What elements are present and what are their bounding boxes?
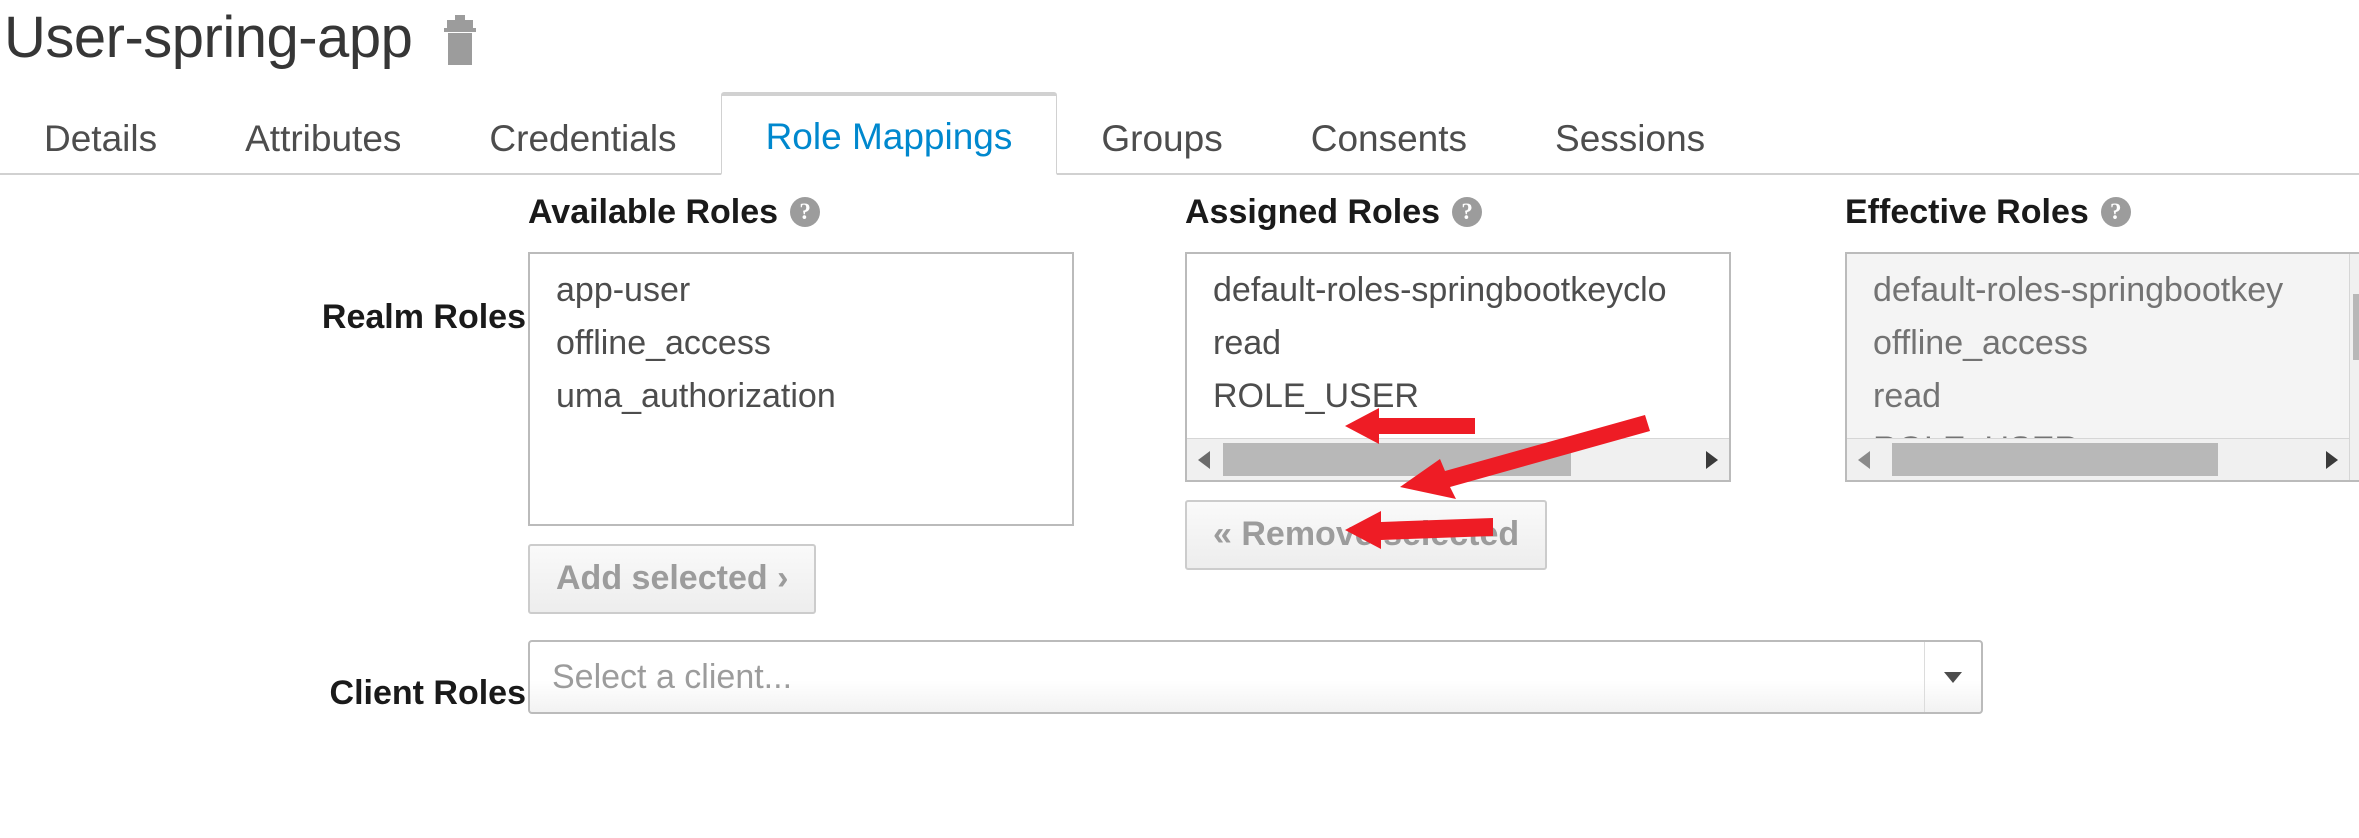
list-item: offline_access xyxy=(1847,317,2359,370)
client-roles-label: Client Roles xyxy=(196,674,526,713)
tab-details[interactable]: Details xyxy=(0,120,201,175)
assigned-roles-title: Assigned Roles ? xyxy=(1185,186,1731,238)
scrollbar-thumb[interactable] xyxy=(2353,294,2359,360)
client-select[interactable]: Select a client... xyxy=(528,640,1983,714)
assigned-roles-listbox[interactable]: default-roles-springbootkeyclo read ROLE… xyxy=(1185,252,1731,482)
effective-roles-column: Effective Roles ? default-roles-springbo… xyxy=(1845,186,2359,482)
scrollbar-track[interactable] xyxy=(1223,439,1693,480)
effective-roles-vertical-scrollbar[interactable] xyxy=(2349,254,2359,480)
assigned-roles-column: Assigned Roles ? default-roles-springboo… xyxy=(1185,186,1731,570)
role-mappings-form: Realm Roles Available Roles ? app-user o… xyxy=(0,186,2359,750)
list-item[interactable]: app-user xyxy=(530,264,1072,317)
scroll-left-icon[interactable] xyxy=(1187,439,1223,480)
scrollbar-thumb[interactable] xyxy=(1892,443,2219,476)
tab-credentials[interactable]: Credentials xyxy=(445,120,720,175)
add-selected-button[interactable]: Add selected › xyxy=(528,544,816,614)
scrollbar-track[interactable] xyxy=(1883,439,2313,480)
page-header: User-spring-app xyxy=(0,0,482,70)
scroll-up-icon[interactable] xyxy=(2350,254,2359,290)
available-roles-title: Available Roles ? xyxy=(528,186,1074,238)
effective-roles-title-text: Effective Roles xyxy=(1845,193,2089,232)
tab-bar: Details Attributes Credentials Role Mapp… xyxy=(0,113,2359,175)
scroll-right-icon[interactable] xyxy=(1693,439,1729,480)
tab-sessions[interactable]: Sessions xyxy=(1511,120,1749,175)
available-roles-listbox[interactable]: app-user offline_access uma_authorizatio… xyxy=(528,252,1074,526)
assigned-roles-title-text: Assigned Roles xyxy=(1185,193,1440,232)
tab-consents[interactable]: Consents xyxy=(1267,120,1511,175)
tab-groups[interactable]: Groups xyxy=(1057,120,1266,175)
available-roles-title-text: Available Roles xyxy=(528,193,778,232)
list-item[interactable]: read xyxy=(1187,317,1729,370)
scroll-left-icon[interactable] xyxy=(1847,439,1883,480)
effective-roles-horizontal-scrollbar[interactable] xyxy=(1847,438,2349,480)
tab-attributes[interactable]: Attributes xyxy=(201,120,445,175)
question-circle-icon[interactable]: ? xyxy=(790,197,820,227)
scrollbar-thumb[interactable] xyxy=(1223,443,1571,476)
remove-selected-button[interactable]: « Remove selected xyxy=(1185,500,1547,570)
question-circle-icon[interactable]: ? xyxy=(2101,197,2131,227)
list-item[interactable]: default-roles-springbootkeyclo xyxy=(1187,264,1729,317)
chevron-down-icon[interactable] xyxy=(1924,642,1981,712)
tab-role-mappings[interactable]: Role Mappings xyxy=(721,92,1058,175)
list-item[interactable]: ROLE_USER xyxy=(1187,370,1729,423)
list-item[interactable]: offline_access xyxy=(530,317,1072,370)
list-item: default-roles-springbootkey xyxy=(1847,264,2359,317)
scroll-down-icon[interactable] xyxy=(2350,402,2359,438)
client-roles-row: Client Roles Select a client... xyxy=(0,640,2359,750)
trash-icon[interactable] xyxy=(438,15,482,67)
client-select-value: Select a client... xyxy=(530,658,1924,697)
list-item: read xyxy=(1847,370,2359,423)
realm-roles-row: Realm Roles Available Roles ? app-user o… xyxy=(0,186,2359,606)
available-roles-column: Available Roles ? app-user offline_acces… xyxy=(528,186,1074,614)
assigned-roles-horizontal-scrollbar[interactable] xyxy=(1187,438,1729,480)
realm-roles-label: Realm Roles xyxy=(196,298,526,337)
question-circle-icon[interactable]: ? xyxy=(1452,197,1482,227)
effective-roles-listbox: default-roles-springbootkey offline_acce… xyxy=(1845,252,2359,482)
effective-roles-title: Effective Roles ? xyxy=(1845,186,2359,238)
list-item[interactable]: uma_authorization xyxy=(530,370,1072,423)
page-title: User-spring-app xyxy=(4,6,412,70)
scroll-right-icon[interactable] xyxy=(2313,439,2349,480)
